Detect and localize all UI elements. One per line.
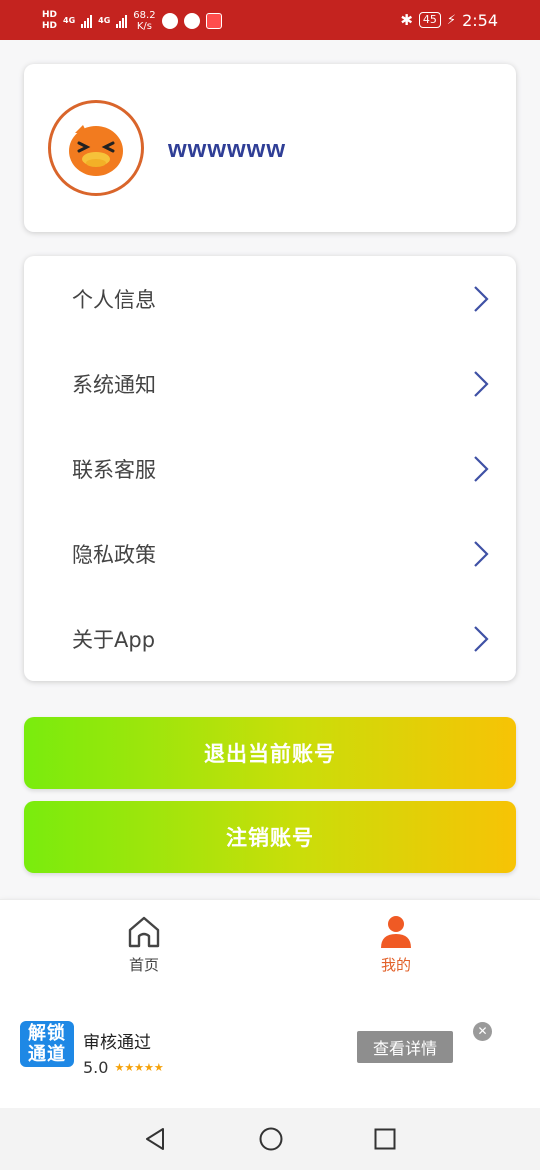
home-icon xyxy=(128,916,160,948)
menu-item-label: 隐私政策 xyxy=(72,542,156,567)
menu-item-label: 关于App xyxy=(72,627,156,652)
status-left-cluster: HD HD 4G 4G 68.2 K/s xyxy=(42,6,222,36)
chevron-right-icon xyxy=(474,371,489,397)
duck-avatar-icon xyxy=(69,125,123,176)
charging-icon: ⚡ xyxy=(446,12,457,28)
ad-details-button[interactable]: 查看详情 xyxy=(357,1031,453,1063)
network-type-2: 4G xyxy=(98,16,110,26)
logout-button[interactable]: 退出当前账号 xyxy=(24,717,516,789)
speed-unit: K/s xyxy=(136,21,152,32)
chevron-right-icon xyxy=(474,626,489,652)
settings-menu: 个人信息 系统通知 联系客服 隐私政策 关于App xyxy=(24,256,516,681)
hd-label-1: HD xyxy=(42,10,58,20)
status-bar: HD HD 4G 4G 68.2 K/s ✱ 45 ⚡ 2:54 xyxy=(0,0,540,40)
chevron-right-icon xyxy=(474,286,489,312)
cancel-account-button[interactable]: 注销账号 xyxy=(24,801,516,873)
menu-item-about-app[interactable]: 关于App xyxy=(24,596,516,681)
close-icon[interactable]: ✕ xyxy=(473,1022,492,1041)
notification-app-icon xyxy=(161,13,178,29)
notification-app-icon xyxy=(205,13,222,29)
chevron-right-icon xyxy=(474,541,489,567)
tab-home-label: 首页 xyxy=(128,956,159,974)
recents-square-icon[interactable] xyxy=(373,1126,397,1152)
avatar[interactable] xyxy=(48,100,144,196)
menu-item-personal-info[interactable]: 个人信息 xyxy=(24,256,516,341)
clock: 2:54 xyxy=(462,10,498,30)
status-right-cluster: ✱ 45 ⚡ 2:54 xyxy=(400,8,498,32)
menu-item-system-notice[interactable]: 系统通知 xyxy=(24,341,516,426)
username: wwwwww xyxy=(168,136,287,163)
ad-logo-line-1: 解锁 xyxy=(28,1023,66,1044)
network-speed: 68.2 K/s xyxy=(133,10,155,32)
profile-card: wwwwww xyxy=(24,64,516,232)
speed-value: 68.2 xyxy=(133,10,156,21)
hd-indicator: HD HD xyxy=(42,10,57,32)
hd-label-2: HD xyxy=(42,21,58,31)
menu-item-contact-support[interactable]: 联系客服 xyxy=(24,426,516,511)
signal-bars-1-icon xyxy=(81,14,93,28)
battery-level: 45 xyxy=(422,13,437,26)
menu-item-label: 个人信息 xyxy=(72,287,156,312)
bottom-tab-bar: 首页 我的 xyxy=(0,899,540,990)
chevron-right-icon xyxy=(474,456,489,482)
network-type-1: 4G xyxy=(63,16,75,26)
person-icon xyxy=(381,916,411,948)
notification-app-icon xyxy=(183,13,200,29)
tab-mine[interactable]: 我的 xyxy=(326,914,466,984)
menu-item-label: 系统通知 xyxy=(72,372,156,397)
tab-home[interactable]: 首页 xyxy=(74,914,214,984)
back-triangle-icon[interactable] xyxy=(143,1126,167,1152)
tab-mine-label: 我的 xyxy=(380,956,411,974)
net-label-2: 4G xyxy=(98,16,111,25)
home-circle-icon[interactable] xyxy=(258,1126,284,1152)
ad-app-logo: 解锁 通道 xyxy=(20,1021,74,1067)
ad-title: 审核通过 xyxy=(83,1033,151,1053)
bluetooth-icon: ✱ xyxy=(400,11,413,29)
system-nav-bar xyxy=(0,1108,540,1170)
net-label-1: 4G xyxy=(63,16,76,25)
ad-rating-value: 5.0 xyxy=(83,1058,109,1077)
ad-logo-line-2: 通道 xyxy=(28,1044,66,1065)
star-rating-icon: ★★★★★ xyxy=(114,1061,164,1074)
menu-item-label: 联系客服 xyxy=(72,457,156,482)
battery-icon: 45 xyxy=(418,12,441,28)
ad-banner[interactable]: 解锁 通道 审核通过 5.0 ★★★★★ 查看详情 ✕ xyxy=(0,990,540,1108)
ad-rating: 5.0 ★★★★★ xyxy=(83,1058,164,1077)
menu-item-privacy-policy[interactable]: 隐私政策 xyxy=(24,511,516,596)
signal-bars-2-icon xyxy=(116,14,128,28)
